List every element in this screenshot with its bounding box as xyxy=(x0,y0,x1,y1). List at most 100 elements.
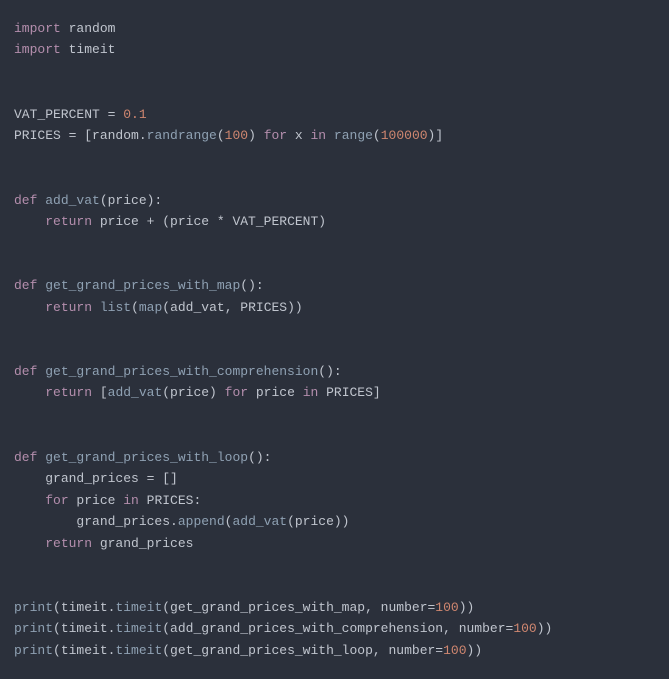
punct: (timeit. xyxy=(53,600,115,615)
fn-name: add_vat xyxy=(232,514,287,529)
code-line: grand_prices = [] xyxy=(14,468,655,489)
kw-return: return xyxy=(45,385,92,400)
punct: ) xyxy=(248,128,264,143)
code-line: return list(map(add_vat, PRICES)) xyxy=(14,297,655,318)
signature: (): xyxy=(240,278,263,293)
punct: ( xyxy=(217,128,225,143)
code-line: def get_grand_prices_with_comprehension(… xyxy=(14,361,655,382)
blank-line xyxy=(14,575,655,596)
kw-return: return xyxy=(45,214,92,229)
fn-name: randrange xyxy=(147,128,217,143)
number: 100 xyxy=(225,128,248,143)
fn-name: timeit xyxy=(115,621,162,636)
signature: (): xyxy=(318,364,341,379)
fn-name: get_grand_prices_with_map xyxy=(45,278,240,293)
var: price xyxy=(69,493,124,508)
punct: )) xyxy=(459,600,475,615)
number: 100 xyxy=(435,600,458,615)
blank-line xyxy=(14,554,655,575)
module-name: timeit xyxy=(69,42,116,57)
kw-import: import xyxy=(14,42,61,57)
punct: (timeit. xyxy=(53,643,115,658)
var: price xyxy=(248,385,303,400)
indent xyxy=(14,514,76,529)
builtin: list xyxy=(100,300,131,315)
kw-def: def xyxy=(14,364,37,379)
signature: (): xyxy=(248,450,271,465)
code-line: def get_grand_prices_with_map(): xyxy=(14,275,655,296)
code-line: VAT_PERCENT = 0.1 xyxy=(14,104,655,125)
kw-for: for xyxy=(225,385,248,400)
code-line: return price + (price * VAT_PERCENT) xyxy=(14,211,655,232)
number: 100 xyxy=(443,643,466,658)
code-line: PRICES = [random.randrange(100) for x in… xyxy=(14,125,655,146)
var: x xyxy=(287,128,310,143)
code-line: import random xyxy=(14,18,655,39)
number: 100000 xyxy=(381,128,428,143)
punct: )) xyxy=(537,621,553,636)
builtin-print: print xyxy=(14,600,53,615)
var: PRICES: xyxy=(139,493,201,508)
punct: (timeit. xyxy=(53,621,115,636)
punct: = xyxy=(100,107,123,122)
fn-name: append xyxy=(178,514,225,529)
blank-line xyxy=(14,318,655,339)
fn-name: add_vat xyxy=(108,385,163,400)
kw-return: return xyxy=(45,536,92,551)
fn-name: timeit xyxy=(115,643,162,658)
kw-def: def xyxy=(14,193,37,208)
code-line: return grand_prices xyxy=(14,533,655,554)
blank-line xyxy=(14,61,655,82)
indent xyxy=(14,214,45,229)
code-line: print(timeit.timeit(add_grand_prices_wit… xyxy=(14,618,655,639)
blank-line xyxy=(14,254,655,275)
kw-in: in xyxy=(303,385,319,400)
fn-name: timeit xyxy=(115,600,162,615)
kw-in: in xyxy=(311,128,327,143)
builtin: range xyxy=(326,128,373,143)
expr: grand_prices. xyxy=(76,514,177,529)
kw-for: for xyxy=(45,493,68,508)
code-line: def add_vat(price): xyxy=(14,190,655,211)
code-line: grand_prices.append(add_vat(price)) xyxy=(14,511,655,532)
punct: ( xyxy=(373,128,381,143)
blank-line xyxy=(14,147,655,168)
fn-name: get_grand_prices_with_loop xyxy=(45,450,248,465)
builtin-print: print xyxy=(14,621,53,636)
builtin: map xyxy=(139,300,162,315)
indent xyxy=(14,471,45,486)
var: PRICES xyxy=(14,128,61,143)
punct: = [random. xyxy=(61,128,147,143)
indent xyxy=(14,493,45,508)
number: 100 xyxy=(513,621,536,636)
code-line: def get_grand_prices_with_loop(): xyxy=(14,447,655,468)
punct: (price) xyxy=(162,385,224,400)
blank-line xyxy=(14,425,655,446)
blank-line xyxy=(14,232,655,253)
kw-def: def xyxy=(14,450,37,465)
args: (add_vat, PRICES)) xyxy=(162,300,302,315)
punct: [ xyxy=(92,385,108,400)
expr: grand_prices = [] xyxy=(45,471,178,486)
args: (get_grand_prices_with_map, number= xyxy=(162,600,435,615)
indent xyxy=(14,385,45,400)
punct: ( xyxy=(131,300,139,315)
number: 0.1 xyxy=(123,107,146,122)
blank-line xyxy=(14,82,655,103)
space xyxy=(92,300,100,315)
expr: grand_prices xyxy=(92,536,193,551)
code-line: import timeit xyxy=(14,39,655,60)
args: (add_grand_prices_with_comprehension, nu… xyxy=(162,621,513,636)
kw-in: in xyxy=(123,493,139,508)
punct: )) xyxy=(467,643,483,658)
fn-name: add_vat xyxy=(45,193,100,208)
kw-for: for xyxy=(264,128,287,143)
builtin-print: print xyxy=(14,643,53,658)
code-block: import randomimport timeitVAT_PERCENT = … xyxy=(14,18,655,661)
expr: price + (price * VAT_PERCENT) xyxy=(92,214,326,229)
module-name: random xyxy=(69,21,116,36)
blank-line xyxy=(14,168,655,189)
blank-line xyxy=(14,340,655,361)
kw-import: import xyxy=(14,21,61,36)
fn-name: get_grand_prices_with_comprehension xyxy=(45,364,318,379)
